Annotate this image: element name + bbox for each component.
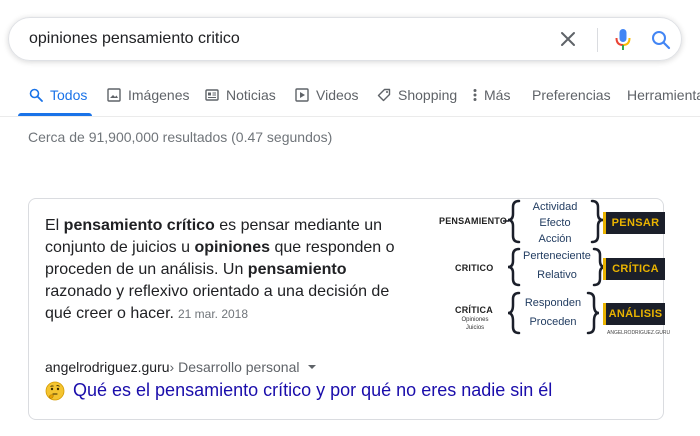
diagram-box-pensar: PENSAR — [603, 212, 665, 234]
result-title: Qué es el pensamiento crítico y por qué … — [73, 380, 553, 400]
tab-label: Todos — [50, 87, 88, 103]
diagram-sub-label: Juicios — [465, 325, 485, 331]
result-breadcrumb: › Desarrollo personal — [169, 359, 300, 375]
snippet-text: El pensamiento crítico es pensar mediant… — [45, 215, 405, 325]
close-icon[interactable] — [557, 28, 579, 50]
diagram-item: Perteneciente — [523, 250, 591, 262]
snippet-bold: pensamiento crítico — [63, 217, 215, 234]
diagram-label-critico: CRITICO — [455, 263, 494, 273]
tab-label: Imágenes — [128, 87, 190, 103]
search-icon — [28, 87, 44, 103]
more-vert-icon — [470, 87, 480, 103]
result-stats: Cerca de 91,900,000 resultados (0.47 seg… — [28, 129, 333, 145]
snippet-bold: pensamiento — [247, 261, 347, 278]
tab-label: Videos — [316, 87, 359, 103]
diagram-item: Relativo — [537, 269, 577, 281]
tab-label: Shopping — [398, 87, 458, 103]
search-bar — [8, 17, 682, 61]
snippet-bold: opiniones — [194, 239, 270, 256]
microphone-icon[interactable] — [613, 28, 633, 52]
tab-label: Herramientas — [627, 87, 700, 103]
diagram-item: Actividad — [532, 201, 578, 213]
tab-todos[interactable]: Todos — [28, 76, 87, 114]
diagram-label-critica: CRÍTICA — [455, 305, 493, 315]
chevron-down-icon[interactable] — [307, 362, 317, 372]
featured-snippet-card: El pensamiento crítico es pensar mediant… — [28, 198, 670, 420]
diagram-sub-label: Opiniones — [461, 317, 489, 323]
search-input[interactable] — [29, 18, 529, 60]
search-tabs: Todos Imágenes Noticias Videos Shopping … — [0, 76, 700, 116]
tab-label: Noticias — [226, 87, 276, 103]
snippet-date: 21 mar. 2018 — [177, 307, 249, 321]
image-icon — [106, 87, 122, 103]
diagram-label-pensamiento: PENSAMIENTO — [439, 216, 508, 226]
tab-preferencias[interactable]: Preferencias — [532, 76, 611, 114]
news-icon — [204, 87, 220, 103]
tab-label: Más — [484, 87, 511, 103]
diagram-item: Responden — [524, 297, 582, 309]
search-icon[interactable] — [649, 28, 673, 52]
diagram-box-critica: CRÍTICA — [603, 258, 665, 280]
tab-mas[interactable]: Más — [470, 76, 510, 114]
diagram-item: Efecto — [539, 217, 571, 229]
snippet-diagram-image[interactable]: PENSAMIENTO Actividad Efecto Acción PENS… — [439, 199, 670, 345]
tab-videos[interactable]: Videos — [294, 76, 359, 114]
snippet-part: El — [45, 217, 64, 234]
diagram-credit: ANGELRODRIGUEZ.GURU — [607, 330, 671, 336]
tab-shopping[interactable]: Shopping — [376, 76, 457, 114]
tag-icon — [376, 87, 392, 103]
diagram-box-analisis: ANÁLISIS — [603, 303, 665, 325]
tab-imagenes[interactable]: Imágenes — [106, 76, 189, 114]
search-bar-divider — [597, 28, 598, 52]
tab-label: Preferencias — [532, 87, 611, 103]
result-title-link[interactable]: Qué es el pensamiento crítico y por qué … — [45, 380, 552, 401]
play-icon — [294, 87, 310, 103]
tabs-divider — [0, 116, 700, 117]
tab-noticias[interactable]: Noticias — [204, 76, 276, 114]
result-domain: angelrodriguez.guru — [45, 359, 170, 375]
thinking-face-icon — [45, 381, 65, 401]
diagram-item: Acción — [538, 233, 572, 245]
result-source: angelrodriguez.guru › Desarrollo persona… — [45, 359, 317, 375]
tab-herramientas[interactable]: Herramientas — [627, 76, 700, 114]
diagram-item: Proceden — [529, 316, 577, 328]
